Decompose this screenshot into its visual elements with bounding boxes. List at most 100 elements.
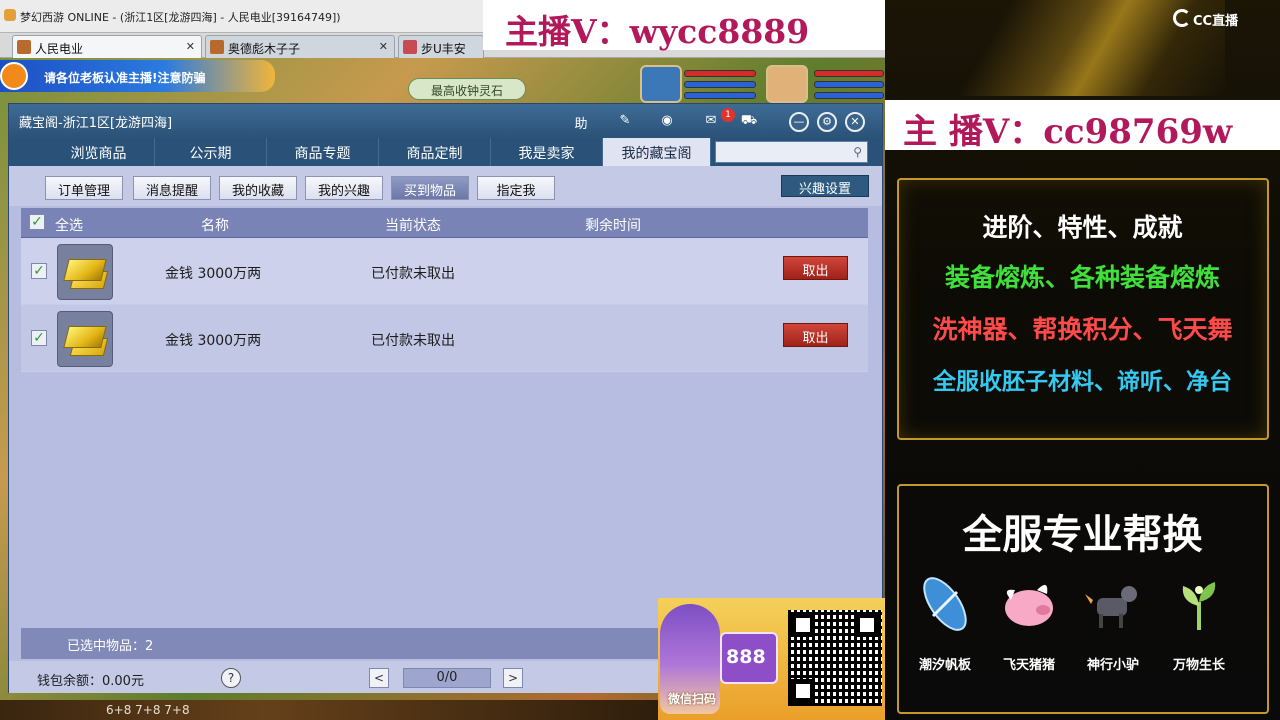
search-input[interactable]: ⚲ xyxy=(715,141,868,163)
tab-label: 步U丰安 xyxy=(421,42,466,56)
gear-icon[interactable]: ⚙ xyxy=(817,112,837,132)
dialog-title: 藏宝阁-浙江1区[龙游四海] xyxy=(19,116,173,131)
close-icon[interactable]: ✕ xyxy=(379,40,388,53)
nav-tabs: 浏览商品 公示期 商品专题 商品定制 我是卖家 我的藏宝阁 ⚲ xyxy=(9,138,882,166)
service-line-2: 装备熔炼、各种装备熔炼 xyxy=(944,263,1220,292)
minimize-icon[interactable]: — xyxy=(789,112,809,132)
table-row: ✓ 金钱 3000万两 已付款未取出 取出 xyxy=(21,305,868,372)
header-name: 名称 xyxy=(201,218,229,234)
selected-count: 已选中物品：2 xyxy=(67,639,154,654)
stream-side-panel: CC直播 主 播V：cc98769w 进阶、特性、成就 装备熔炼、各种装备熔炼 … xyxy=(885,0,1280,720)
interest-settings-button[interactable]: 兴趣设置 xyxy=(781,175,869,197)
exp-bar xyxy=(684,92,756,99)
dialog-header: 藏宝阁-浙江1区[龙游四海] 助 ✎ ◉ ✉ 1 ⛟ — ⚙ ✕ xyxy=(9,104,882,138)
take-out-button[interactable]: 取出 xyxy=(783,323,848,347)
strip-text: 6+8 7+8 7+8 xyxy=(106,703,190,717)
character-avatar-icon xyxy=(210,40,224,54)
megaphone-icon xyxy=(0,62,28,90)
select-all-checkbox[interactable]: ✓ xyxy=(29,214,45,230)
gold-bar-icon xyxy=(57,244,113,300)
tab-seller[interactable]: 我是卖家 xyxy=(491,138,603,166)
row-checkbox[interactable]: ✓ xyxy=(31,330,47,346)
assigned-button[interactable]: 指定我 xyxy=(477,176,555,200)
character-avatar[interactable] xyxy=(766,65,808,103)
tab-custom[interactable]: 商品定制 xyxy=(379,138,491,166)
promo-badge: 888 xyxy=(720,632,778,684)
character-avatar-icon xyxy=(17,40,31,54)
hp-bar xyxy=(684,70,756,77)
header-select-all[interactable]: 全选 xyxy=(55,215,83,235)
banner-text: 请各位老板认准主播!注意防骗 xyxy=(44,71,206,85)
favorites-button[interactable]: 我的收藏 xyxy=(219,176,297,200)
screen: { "window": { "title": "梦幻西游 ONLINE - (浙… xyxy=(0,0,1280,720)
wallet-balance: 钱包余额：0.00元 xyxy=(37,674,144,689)
sub-toolbar: 订单管理 消息提醒 我的收藏 我的兴趣 买到物品 指定我 兴趣设置 xyxy=(9,166,882,206)
pet-label: 万物生长 xyxy=(1172,658,1225,673)
qr-code-icon xyxy=(788,610,882,706)
window-title: 梦幻西游 ONLINE - (浙江1区[龙游四海] - 人民电业[3916474… xyxy=(20,11,341,24)
take-out-button[interactable]: 取出 xyxy=(783,256,848,280)
tab-aodebiao[interactable]: 奥德彪木子子 ✕ xyxy=(205,35,395,58)
help-icon[interactable]: ? xyxy=(221,668,241,688)
tab-renmin[interactable]: 人民电业 ✕ xyxy=(12,35,202,58)
tab-label: 人民电业 xyxy=(35,42,84,56)
promo-number: 888 xyxy=(726,646,766,668)
tab-my-pavilion[interactable]: 我的藏宝阁 xyxy=(603,138,711,166)
service-line-4: 全服收胚子材料、谛听、净台 xyxy=(933,369,1232,395)
pet-label: 潮汐帆板 xyxy=(918,658,971,673)
purchased-items-table: ✓ 全选 名称 当前状态 剩余时间 ✓ 金钱 3000万两 已付款未取出 取出 … xyxy=(21,208,868,628)
item-status: 已付款未取出 xyxy=(371,266,455,282)
pet-avatar[interactable] xyxy=(640,65,682,103)
donkey-icon xyxy=(1085,586,1137,628)
cc-logo-icon xyxy=(1173,9,1191,27)
mp-bar xyxy=(684,81,756,88)
flying-pig-icon xyxy=(1005,584,1053,626)
close-icon[interactable]: ✕ xyxy=(186,40,195,53)
prev-page-button[interactable]: < xyxy=(369,668,389,688)
warning-banner: 请各位老板认准主播!注意防骗 xyxy=(0,60,275,92)
header-status: 当前状态 xyxy=(385,218,441,234)
chat-icon[interactable]: ✉ xyxy=(699,110,723,132)
next-page-button[interactable]: > xyxy=(503,668,523,688)
qr-promo-card: 888 微信扫码 xyxy=(658,598,885,720)
character-avatar-icon xyxy=(403,40,417,54)
tab-label: 奥德彪木子子 xyxy=(228,42,301,56)
exchange-title: 全服专业帮换 xyxy=(962,512,1203,558)
close-icon[interactable]: ✕ xyxy=(845,112,865,132)
tab-buu[interactable]: 步U丰安 xyxy=(398,35,484,58)
table-row: ✓ 金钱 3000万两 已付款未取出 取出 xyxy=(21,238,868,305)
orders-button[interactable]: 订单管理 xyxy=(45,176,123,200)
page-indicator: 0/0 xyxy=(403,668,491,688)
sprout-icon xyxy=(1182,582,1216,630)
tab-browse[interactable]: 浏览商品 xyxy=(43,138,155,166)
cart-icon[interactable]: ⛟ xyxy=(737,110,761,132)
header-remaining: 剩余时间 xyxy=(585,218,641,234)
record-icon[interactable]: ◉ xyxy=(655,110,679,132)
hud-pill[interactable]: 最高收钟灵石 xyxy=(408,78,526,100)
surfboard-icon xyxy=(923,577,967,631)
item-name: 金钱 3000万两 xyxy=(165,333,262,349)
service-line-3: 洗神器、帮换积分、飞天舞 xyxy=(932,315,1233,344)
search-icon[interactable]: ⚲ xyxy=(853,145,862,159)
item-name: 金钱 3000万两 xyxy=(165,266,262,282)
hp-bar xyxy=(814,70,884,77)
messages-button[interactable]: 消息提醒 xyxy=(133,176,211,200)
top-contact-banner: 主播V：wycc8889 xyxy=(483,0,885,51)
top-contact-text: 主播V：wycc8889 xyxy=(505,12,810,51)
row-checkbox[interactable]: ✓ xyxy=(31,263,47,279)
pet-label: 神行小驴 xyxy=(1086,658,1139,673)
purchased-button[interactable]: 买到物品 xyxy=(391,176,469,200)
tab-topics[interactable]: 商品专题 xyxy=(267,138,379,166)
help-button[interactable]: 助 xyxy=(569,110,593,132)
exp-bar xyxy=(814,92,884,99)
contact-text: 主 播V：cc98769w xyxy=(903,112,1233,152)
interests-button[interactable]: 我的兴趣 xyxy=(305,176,383,200)
promo-scan-label: 微信扫码 xyxy=(668,692,717,706)
tab-publicity[interactable]: 公示期 xyxy=(155,138,267,166)
game-bottom-strip: 6+8 7+8 7+8 xyxy=(0,700,658,720)
pet-label: 飞天猪猪 xyxy=(1002,658,1055,673)
contact-banner: 主 播V：cc98769w xyxy=(885,100,1280,152)
pin-icon[interactable]: ✎ xyxy=(613,110,637,132)
gold-bar-icon xyxy=(57,311,113,367)
game-app-icon xyxy=(4,9,16,21)
